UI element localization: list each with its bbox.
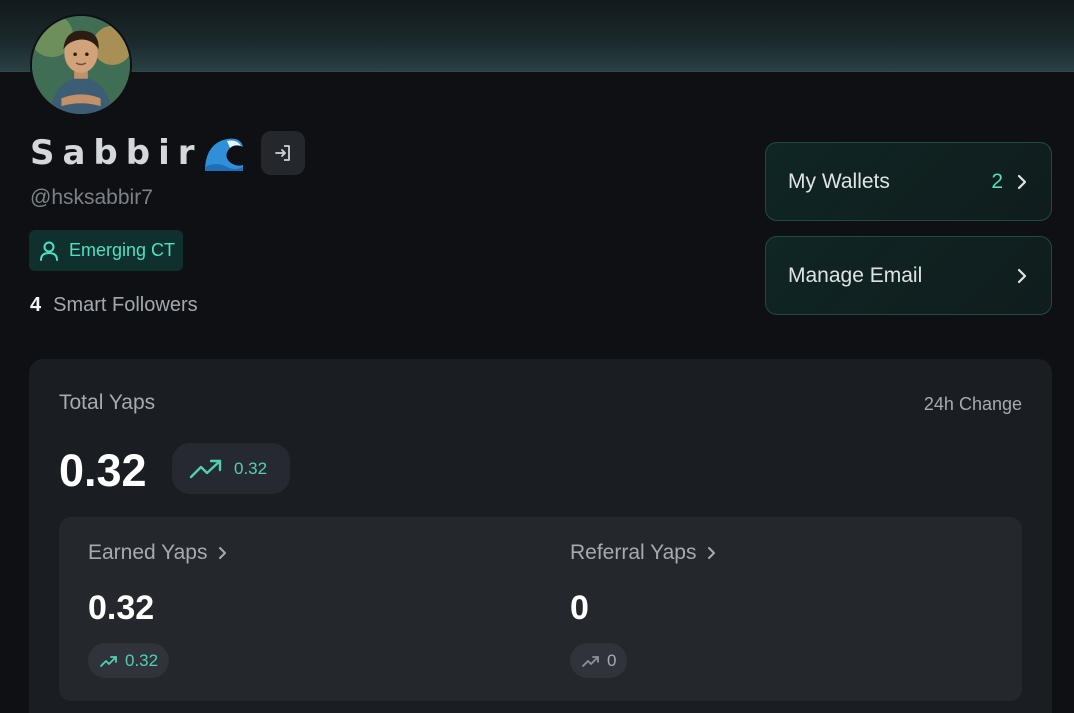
profile-name-row: Sabbir	[30, 131, 305, 175]
total-yaps-value: 0.32	[59, 445, 147, 496]
followers-label: Smart Followers	[53, 294, 198, 316]
chevron-right-icon	[708, 547, 716, 559]
profile-page: Sabbir @hsksabbir7 Emerging CT 4 Smart F…	[0, 0, 1074, 713]
sign-in-icon	[274, 145, 290, 161]
followers-count: 4	[30, 294, 42, 316]
earned-yaps-link[interactable]: Earned Yaps	[88, 541, 229, 565]
trending-up-icon	[582, 655, 599, 667]
referral-yaps-label: Referral Yaps	[570, 541, 697, 564]
total-yaps-title: Total Yaps	[59, 391, 156, 414]
profile-banner	[0, 0, 1074, 72]
user-handle: @hsksabbir7	[30, 186, 153, 209]
earned-yaps-label: Earned Yaps	[88, 541, 208, 564]
manage-email-button[interactable]: Manage Email	[765, 236, 1052, 315]
chevron-right-icon	[1017, 174, 1027, 189]
yaps-breakdown: Earned Yaps 0.32 0.32 Referral Yaps 0 0	[59, 517, 1022, 701]
referral-yaps-change: 0	[570, 643, 628, 678]
manage-email-label: Manage Email	[788, 263, 923, 287]
trending-up-icon	[189, 459, 222, 478]
trending-up-icon	[100, 655, 117, 667]
earned-yaps-value: 0.32	[88, 589, 155, 627]
referral-yaps-change-value: 0	[607, 650, 617, 670]
tier-badge: Emerging CT	[29, 230, 184, 271]
wave-emoji-icon	[204, 138, 243, 171]
referral-yaps-value: 0	[570, 589, 589, 627]
total-yaps-change: 0.32	[172, 443, 290, 494]
yaps-card: Total Yaps 24h Change 0.32 0.32 Earned Y…	[29, 359, 1052, 713]
user-icon	[40, 241, 58, 261]
my-wallets-button[interactable]: My Wallets 2	[765, 142, 1052, 221]
change-period-label: 24h Change	[923, 394, 1022, 414]
wallets-count: 2	[991, 169, 1003, 193]
chevron-right-icon	[1017, 268, 1027, 283]
my-wallets-label: My Wallets	[788, 169, 890, 193]
avatar-image	[32, 16, 130, 114]
earned-yaps-change-value: 0.32	[125, 650, 159, 670]
chevron-right-icon	[219, 547, 227, 559]
avatar	[30, 14, 132, 116]
smart-followers: 4 Smart Followers	[30, 294, 198, 317]
total-yaps-change-value: 0.32	[234, 458, 268, 478]
referral-yaps-link[interactable]: Referral Yaps	[570, 541, 718, 565]
tier-badge-label: Emerging CT	[69, 240, 176, 260]
display-name: Sabbir	[30, 133, 203, 173]
earned-yaps-change: 0.32	[88, 643, 170, 678]
logout-button[interactable]	[260, 131, 305, 175]
